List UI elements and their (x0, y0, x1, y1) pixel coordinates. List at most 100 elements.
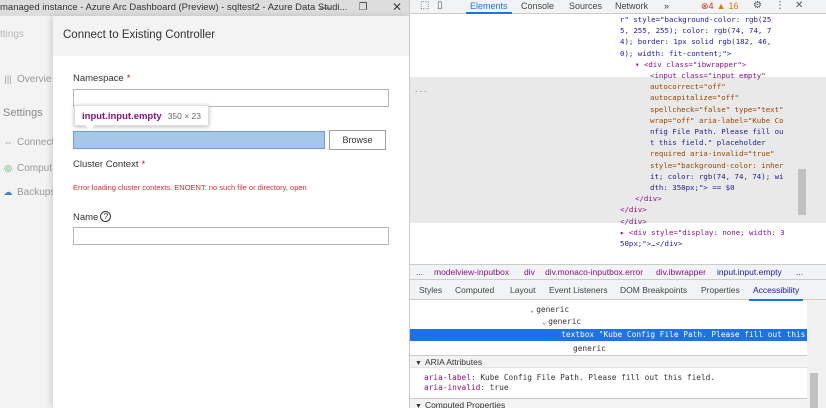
window-title: managed instance - Azure Arc Dashboard (… (0, 2, 348, 13)
accessibility-scrollbar[interactable] (807, 300, 826, 408)
code-line[interactable]: style="background-color: inher (650, 160, 784, 171)
azure-data-studio-window: managed instance - Azure Arc Dashboard (… (0, 0, 409, 408)
close-icon[interactable]: ✕ (795, 0, 803, 11)
code-line[interactable]: 4); border: 1px solid rgb(182, 46, (620, 36, 771, 47)
tab-sources[interactable]: Sources (569, 1, 602, 11)
code-line[interactable]: <input class="input empty" (650, 70, 766, 81)
code-line[interactable]: ▸ <div style="display: none; width: 3 (620, 227, 785, 238)
computed-properties-section[interactable]: ▼ Computed Properties (410, 398, 807, 408)
cluster-context-label-text: Cluster Context (73, 159, 139, 170)
code-line[interactable]: 0); width: fit-content;"> (620, 48, 731, 59)
devtools-panel: ⬚ ▯ Elements Console Sources Network » ⊗… (409, 0, 826, 408)
elements-scrollbar[interactable] (798, 169, 806, 215)
code-line[interactable]: autocorrect="off" (650, 81, 726, 92)
warning-count: 16 (728, 1, 739, 11)
sidebar-item-label: Backups (17, 187, 56, 198)
tab-computed[interactable]: Computed (455, 285, 494, 295)
sidebar-item-connect[interactable]: ⇔ Connect (3, 137, 55, 148)
tooltip-size: 350 × 23 (167, 111, 202, 121)
tab-event-listeners[interactable]: Event Listeners (549, 285, 608, 295)
issues-badge[interactable]: ⊗4 ▲ 16 (701, 1, 739, 12)
maximize-button[interactable]: ❐ (346, 0, 380, 16)
compute-icon: ◎ (4, 163, 12, 173)
title-bar: managed instance - Azure Arc Dashboard (… (0, 0, 409, 16)
device-toolbar-icon[interactable]: ▯ (437, 0, 443, 11)
tab-accessibility[interactable]: Accessibility (748, 285, 804, 301)
aria-separator: : (470, 373, 481, 382)
sidebar-item-backups[interactable]: ☁ Backups (3, 187, 56, 198)
dialog-header: Connect to Existing Controller (53, 16, 409, 56)
code-line[interactable]: ▾ <div class="ibwrapper"> (635, 59, 746, 70)
cluster-context-label: Cluster Context * (73, 159, 145, 170)
code-line[interactable]: autocapitalize="off" (650, 92, 739, 103)
minimize-button[interactable]: — (308, 0, 342, 16)
breadcrumb-item[interactable]: input.input.empty (717, 267, 782, 277)
breadcrumb-item[interactable]: ... (796, 267, 803, 277)
browse-button[interactable]: Browse (329, 130, 386, 150)
code-line[interactable]: 5, 255, 255); color: rgb(74, 74, 7 (620, 25, 771, 36)
code-line[interactable]: </div> (620, 204, 647, 215)
code-line[interactable]: dth: 350px;"> == $0 (650, 182, 735, 193)
aria-attributes-section[interactable]: ▼ ARIA Attributes (410, 355, 807, 368)
code-line[interactable]: nfig File Path. Please fill ou (650, 126, 784, 137)
code-line[interactable]: it; color: rgb(74, 74, 74); wi (650, 171, 784, 182)
aria-attribute-row: aria-label: Kube Config File Path. Pleas… (424, 373, 715, 382)
chevron-down-icon: ▼ (415, 360, 422, 367)
tab-styles[interactable]: Styles (419, 285, 442, 295)
kube-config-path-input[interactable] (73, 131, 325, 149)
code-line[interactable]: required aria-invalid="true" (650, 148, 775, 159)
more-tabs-button[interactable]: » (664, 1, 669, 11)
tab-network[interactable]: Network (615, 1, 648, 11)
aria-key: aria-label (424, 373, 471, 382)
gear-icon[interactable]: ⚙ (753, 0, 762, 11)
tree-node[interactable]: ⌄ generic (542, 317, 581, 326)
ellipsis-marker: ... (414, 85, 428, 94)
tab-console[interactable]: Console (521, 1, 554, 11)
tree-node-label: textbox "Kube Config File Path. Please f… (561, 330, 826, 339)
accessibility-pane: ⌄ generic ⌄ generic ⌄ textbox "Kube Config … (410, 300, 826, 408)
inspect-element-tooltip: input.input.empty 350 × 23 (74, 105, 210, 130)
tree-node[interactable]: ⌄ generic (530, 305, 569, 314)
breadcrumb: ... modelview-inputbox div div.monaco-in… (410, 264, 826, 280)
tab-properties[interactable]: Properties (701, 285, 740, 295)
close-button[interactable]: ✕ (380, 0, 409, 16)
aria-value: true (489, 383, 509, 392)
overview-icon: ||| (4, 74, 12, 84)
kebab-menu-icon[interactable]: ⋮ (775, 0, 785, 11)
required-mark: * (126, 73, 131, 84)
help-icon[interactable]: ? (100, 211, 112, 222)
tab-layout[interactable]: Layout (510, 285, 536, 295)
code-line[interactable]: 50px;">…</div> (620, 238, 682, 249)
chevron-down-icon: ⌄ (530, 306, 535, 314)
plug-icon: ⇔ (3, 137, 13, 147)
breadcrumb-item[interactable]: modelview-inputbox (434, 267, 509, 277)
tab-dom-breakpoints[interactable]: DOM Breakpoints (620, 285, 687, 295)
scrollbar-thumb[interactable] (810, 373, 818, 408)
code-line[interactable]: t this field." placeholder (650, 137, 766, 148)
breadcrumb-item[interactable]: ... (416, 267, 423, 277)
chevron-down-icon: ⌄ (542, 318, 547, 326)
inspect-element-icon[interactable]: ⬚ (420, 0, 429, 11)
namespace-label: Namespace * (73, 73, 130, 84)
breadcrumb-item[interactable]: div.ibwrapper (656, 267, 706, 277)
devtools-tab-bar: ⬚ ▯ Elements Console Sources Network » ⊗… (410, 0, 826, 14)
breadcrumb-item[interactable]: div.monaco-inputbox.error (545, 267, 643, 277)
sidebar-item-overview[interactable]: ||| Overvie (3, 74, 51, 85)
section-title: ARIA Attributes (424, 357, 483, 367)
code-line[interactable]: </div> (635, 193, 662, 204)
code-line[interactable]: spellcheck="false" type="text" (650, 104, 784, 115)
code-line[interactable]: </div> (620, 216, 647, 227)
chevron-down-icon: ▼ (415, 403, 422, 408)
connect-controller-dialog: Connect to Existing Controller Namespace… (53, 16, 409, 408)
tree-node-label: generic (548, 317, 582, 326)
breadcrumb-item[interactable]: div (524, 267, 535, 277)
aria-key: aria-invalid (424, 383, 481, 392)
tab-elements[interactable]: Elements (466, 1, 512, 14)
name-input[interactable] (73, 227, 389, 245)
aria-separator: : (480, 383, 490, 392)
tree-node[interactable]: generic (573, 344, 606, 353)
sidebar-item-compute[interactable]: ◎ Comput (3, 163, 52, 174)
code-line[interactable]: wrap="off" aria-label="Kube Co (650, 115, 784, 126)
code-line[interactable]: r" style="background-color: rgb(25 (620, 14, 771, 25)
tree-node-selected[interactable]: ⌄ textbox "Kube Config File Path. Please … (555, 330, 826, 339)
